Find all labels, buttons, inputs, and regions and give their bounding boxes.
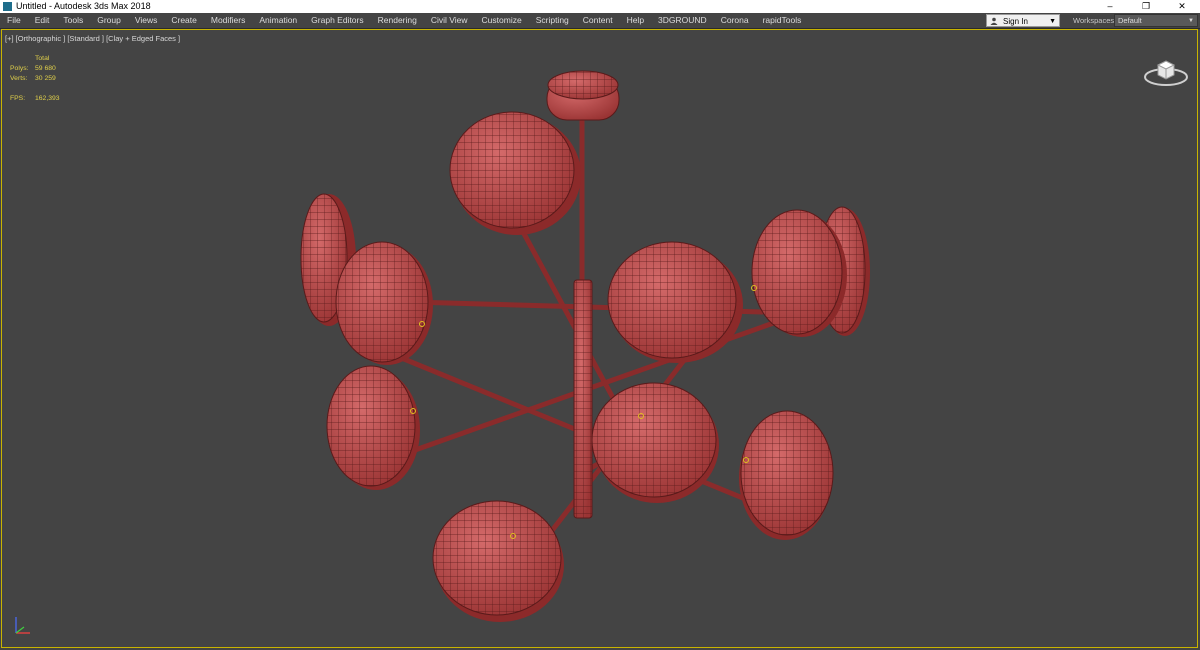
viewcube-icon[interactable] xyxy=(1142,55,1190,87)
sign-in-dropdown[interactable]: Sign In ▼ xyxy=(986,14,1060,27)
center-column-mesh xyxy=(574,280,592,518)
menu-item[interactable]: Civil View xyxy=(424,13,475,28)
lamp-disc xyxy=(432,500,564,622)
user-icon xyxy=(990,17,998,25)
main-menu: File Edit Tools Group Views Create Modifiers An… xyxy=(0,13,808,28)
menu-item[interactable]: Scripting xyxy=(529,13,576,28)
lamp-disc xyxy=(607,241,743,363)
app-icon xyxy=(3,2,12,11)
sign-in-label: Sign In xyxy=(1003,17,1028,26)
menu-item[interactable]: Animation xyxy=(252,13,304,28)
workspaces-label: Workspaces: xyxy=(1073,16,1117,25)
menu-item[interactable]: Help xyxy=(620,13,651,28)
window-controls: – ❐ ✕ xyxy=(1092,0,1200,13)
menu-item[interactable]: Graph Editors xyxy=(304,13,370,28)
menu-item[interactable]: Modifiers xyxy=(204,13,252,28)
menu-item[interactable]: Views xyxy=(128,13,165,28)
lamp-disc xyxy=(326,365,420,490)
menu-item[interactable]: Corona xyxy=(714,13,756,28)
workspace-value: Default xyxy=(1118,16,1142,25)
chandelier-model[interactable] xyxy=(2,30,1198,648)
lamp-disc xyxy=(739,410,834,540)
chevron-down-icon: ▼ xyxy=(1049,18,1056,25)
workspaces-select[interactable]: Default ▼ xyxy=(1114,14,1198,27)
perspective-viewport[interactable]: [+] [Orthographic ] [Standard ] [Clay + … xyxy=(1,29,1198,648)
menu-item[interactable]: Rendering xyxy=(371,13,424,28)
lamp-disc xyxy=(591,382,719,503)
menu-bar: File Edit Tools Group Views Create Modifiers An… xyxy=(0,13,1200,29)
menu-item[interactable]: Customize xyxy=(475,13,529,28)
menu-item[interactable]: Tools xyxy=(56,13,90,28)
title-bar: Untitled - Autodesk 3ds Max 2018 – ❐ ✕ xyxy=(0,0,1200,13)
menu-item[interactable]: rapidTools xyxy=(756,13,809,28)
menu-item[interactable]: File xyxy=(0,13,28,28)
axis-tripod-icon xyxy=(15,617,30,634)
menu-item[interactable]: Group xyxy=(90,13,128,28)
menu-item[interactable]: Content xyxy=(576,13,620,28)
maximize-button[interactable]: ❐ xyxy=(1128,0,1164,13)
menu-item[interactable]: 3DGROUND xyxy=(651,13,714,28)
menu-item[interactable]: Create xyxy=(164,13,204,28)
chevron-down-icon: ▼ xyxy=(1188,18,1194,24)
menu-item[interactable]: Edit xyxy=(28,13,57,28)
window-title: Untitled - Autodesk 3ds Max 2018 xyxy=(16,1,151,11)
minimize-button[interactable]: – xyxy=(1092,0,1128,13)
lamp-disc xyxy=(335,241,433,365)
ceiling-canopy xyxy=(546,70,620,121)
close-button[interactable]: ✕ xyxy=(1164,0,1200,13)
lamp-disc xyxy=(449,111,581,235)
